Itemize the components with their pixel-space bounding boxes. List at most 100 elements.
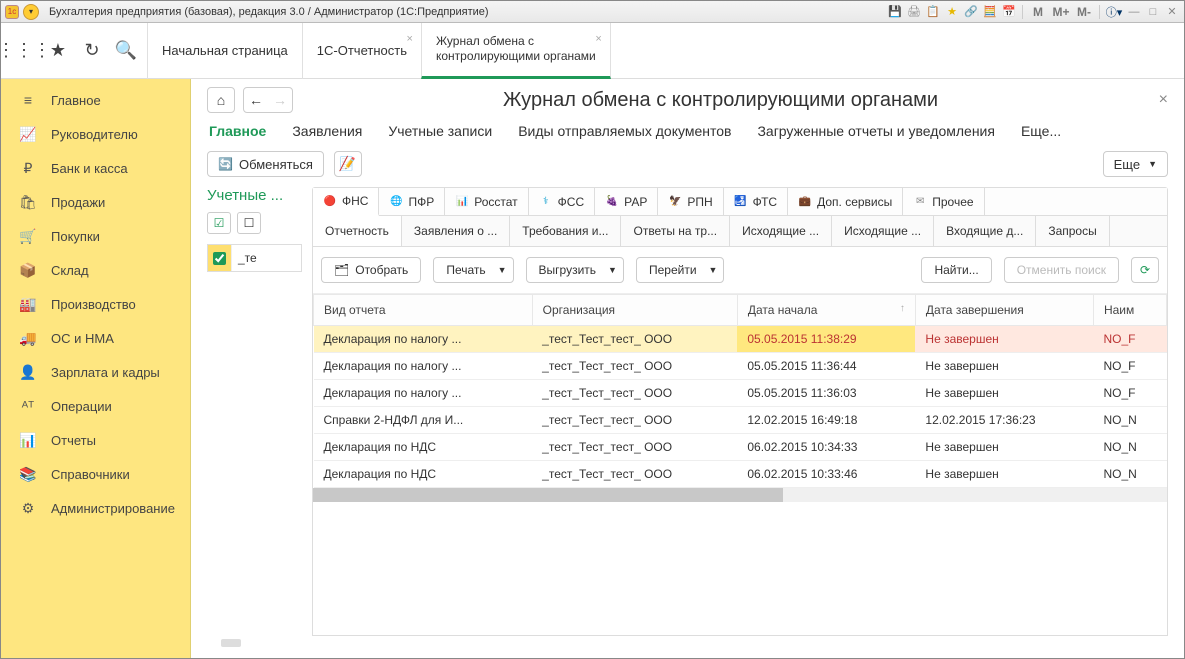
agency-tab[interactable]: 📊Росстат [445, 188, 528, 215]
subnav: Главное Заявления Учетные записи Виды отпра… [207, 117, 1168, 151]
doc-tab[interactable]: Входящие д... [934, 216, 1036, 246]
window-title: Бухгалтерия предприятия (базовая), редак… [49, 6, 489, 18]
agency-label: РПН [687, 195, 712, 209]
agency-tab[interactable]: 🌐ПФР [379, 188, 445, 215]
agency-tab[interactable]: ⚕ФСС [529, 188, 595, 215]
restore-icon[interactable]: □ [1145, 4, 1161, 20]
cell-end: 12.02.2015 17:36:23 [915, 407, 1093, 434]
horizontal-scrollbar[interactable] [313, 488, 1167, 502]
reports-grid[interactable]: Вид отчетаОрганизацияДата начала↑Дата за… [313, 294, 1167, 635]
table-row[interactable]: Декларация по налогу ..._тест_Тест_тест_… [314, 380, 1167, 407]
export-button[interactable]: Выгрузить▼ [526, 257, 624, 283]
doc-tab[interactable]: Требования и... [510, 216, 621, 246]
agency-tab[interactable]: 🍇РАР [595, 188, 658, 215]
subnav-item[interactable]: Загруженные отчеты и уведомления [757, 123, 995, 139]
doc-tab[interactable]: Заявления о ... [402, 216, 510, 246]
sidebar-item[interactable]: ᴬᵀОперации [1, 389, 190, 423]
close-window-icon[interactable]: ✕ [1164, 4, 1180, 20]
calendar-icon[interactable]: 📅 [1001, 4, 1017, 20]
favorite-icon[interactable]: ★ [944, 4, 960, 20]
sidebar-item[interactable]: 🛍Продажи [1, 185, 190, 219]
more-button[interactable]: Еще▼ [1103, 151, 1168, 177]
col-header[interactable]: Наим [1093, 295, 1166, 326]
sidebar-item[interactable]: 🚚ОС и НМА [1, 321, 190, 355]
sidebar-item[interactable]: 📚Справочники [1, 457, 190, 491]
sidebar-item[interactable]: ₽Банк и касса [1, 151, 190, 185]
mem-m[interactable]: M [1028, 4, 1048, 20]
subnav-item[interactable]: Виды отправляемых документов [518, 123, 731, 139]
disable-auto-icon[interactable]: 📝╱ [334, 151, 362, 177]
sidebar-icon: 📦 [19, 262, 37, 279]
table-row[interactable]: Справки 2-НДФЛ для И..._тест_Тест_тест_ … [314, 407, 1167, 434]
copy-icon[interactable]: 📋 [925, 4, 941, 20]
close-icon[interactable]: × [595, 33, 601, 45]
link-icon[interactable]: 🔗 [963, 4, 979, 20]
table-row[interactable]: Декларация по налогу ..._тест_Тест_тест_… [314, 353, 1167, 380]
doc-tab[interactable]: Запросы [1036, 216, 1109, 246]
tab-1c-report[interactable]: 1С-Отчетность× [302, 23, 421, 79]
sidebar-item[interactable]: 👤Зарплата и кадры [1, 355, 190, 389]
page-title: Журнал обмена с контролирующими органами [301, 89, 1140, 112]
close-icon[interactable]: × [407, 33, 413, 45]
col-header[interactable]: Дата начала↑ [737, 295, 915, 326]
filter-button[interactable]: 🗂Отобрать [321, 257, 421, 283]
sidebar-item[interactable]: 🏭Производство [1, 287, 190, 321]
calc-icon[interactable]: 🧮 [982, 4, 998, 20]
home-button[interactable]: ⌂ [207, 87, 235, 113]
star-icon[interactable]: ★ [45, 38, 71, 64]
print-button[interactable]: Печать▼ [433, 257, 513, 283]
history-icon[interactable]: ↻ [79, 38, 105, 64]
account-checkbox[interactable] [213, 252, 226, 265]
app-menu-dropdown[interactable]: ▾ [23, 4, 39, 20]
agency-tab[interactable]: 🛃ФТС [724, 188, 788, 215]
print-icon[interactable]: 🖨 [906, 4, 922, 20]
search-icon[interactable]: 🔍 [113, 38, 139, 64]
sidebar-item[interactable]: 📈Руководителю [1, 117, 190, 151]
mem-mminus[interactable]: M- [1074, 4, 1094, 20]
sidebar-item[interactable]: ≡Главное [1, 83, 190, 117]
doc-tab[interactable]: Исходящие ... [730, 216, 832, 246]
table-row[interactable]: Декларация по НДС_тест_Тест_тест_ ООО06.… [314, 461, 1167, 488]
close-page-icon[interactable]: × [1148, 91, 1168, 109]
apps-icon[interactable]: ⋮⋮⋮ [11, 38, 37, 64]
tab-journal[interactable]: Журнал обмена сконтролирующими органами … [421, 23, 611, 79]
agency-tab[interactable]: 🦅РПН [658, 188, 723, 215]
doc-tab[interactable]: Исходящие ... [832, 216, 934, 246]
minimize-icon[interactable]: — [1126, 4, 1142, 20]
exchange-button[interactable]: 🔄Обменяться [207, 151, 324, 177]
check-all-icon[interactable]: ☑ [207, 212, 231, 234]
agency-label: ФНС [342, 194, 368, 208]
subnav-item[interactable]: Заявления [292, 123, 362, 139]
uncheck-all-icon[interactable]: ☐ [237, 212, 261, 234]
refresh-button[interactable]: ⟳ [1131, 257, 1159, 283]
cell-start: 05.05.2015 11:36:44 [737, 353, 915, 380]
agency-tab[interactable]: 🔴ФНС [313, 188, 379, 216]
doc-tab[interactable]: Ответы на тр... [621, 216, 730, 246]
nav-back-forward[interactable]: ← → [243, 87, 293, 113]
find-button[interactable]: Найти... [921, 257, 991, 283]
cell-name: NO_N [1093, 434, 1166, 461]
col-header[interactable]: Дата завершения [915, 295, 1093, 326]
table-row[interactable]: Декларация по налогу ..._тест_Тест_тест_… [314, 326, 1167, 353]
sidebar-item[interactable]: 📦Склад [1, 253, 190, 287]
col-header[interactable]: Организация [532, 295, 737, 326]
account-row[interactable]: _те [207, 244, 302, 272]
back-icon[interactable]: ← [244, 88, 268, 112]
sidebar-item[interactable]: ⚙Администрирование [1, 491, 190, 525]
scroll-handle[interactable] [221, 639, 241, 647]
info-icon[interactable]: ⓘ▾ [1105, 4, 1123, 20]
subnav-item[interactable]: Учетные записи [388, 123, 492, 139]
doc-tab[interactable]: Отчетность [313, 216, 402, 246]
mem-mplus[interactable]: M+ [1051, 4, 1071, 20]
sidebar-item[interactable]: 🛒Покупки [1, 219, 190, 253]
save-icon[interactable]: 💾 [887, 4, 903, 20]
subnav-item[interactable]: Еще... [1021, 123, 1061, 139]
tab-home[interactable]: Начальная страница [147, 23, 302, 79]
table-row[interactable]: Декларация по НДС_тест_Тест_тест_ ООО06.… [314, 434, 1167, 461]
subnav-item[interactable]: Главное [209, 123, 266, 139]
sidebar-item[interactable]: 📊Отчеты [1, 423, 190, 457]
goto-button[interactable]: Перейти▼ [636, 257, 724, 283]
agency-tab[interactable]: 💼Доп. сервисы [788, 188, 903, 215]
agency-tab[interactable]: ✉Прочее [903, 188, 984, 215]
col-header[interactable]: Вид отчета [314, 295, 533, 326]
